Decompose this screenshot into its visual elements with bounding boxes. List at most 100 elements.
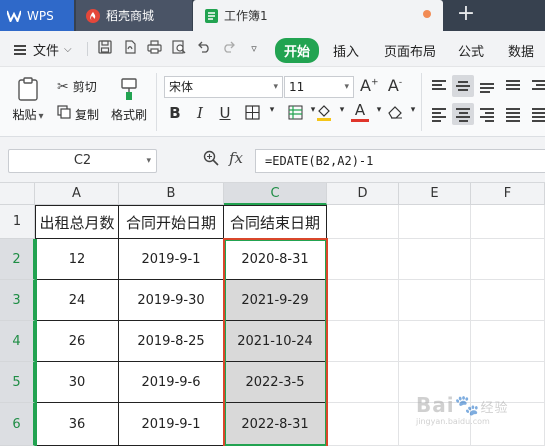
eraser-icon bbox=[387, 105, 403, 123]
align-middle-button[interactable] bbox=[452, 75, 474, 97]
grow-font-label: A bbox=[360, 76, 371, 95]
column-header-c[interactable]: C bbox=[224, 183, 327, 205]
tab-data[interactable]: 数据 bbox=[508, 41, 534, 60]
cell-d2[interactable] bbox=[327, 239, 399, 280]
cell-f3[interactable] bbox=[471, 280, 545, 321]
row-header-6[interactable]: 6 bbox=[0, 403, 35, 446]
cell-e3[interactable] bbox=[399, 280, 471, 321]
row-header-3[interactable]: 3 bbox=[0, 280, 35, 321]
align-left-button[interactable] bbox=[428, 103, 450, 125]
align-right-button[interactable] bbox=[476, 103, 498, 125]
cell-b6[interactable]: 2019-9-1 bbox=[119, 403, 224, 446]
cell-e4[interactable] bbox=[399, 321, 471, 362]
clear-format-dropdown-icon[interactable]: ▾ bbox=[404, 105, 422, 115]
borders-dropdown-icon[interactable]: ▾ bbox=[263, 105, 281, 115]
indent-button[interactable] bbox=[528, 75, 545, 97]
row-header-1[interactable]: 1 bbox=[0, 205, 35, 239]
fill-color-dropdown-icon[interactable]: ▾ bbox=[333, 105, 351, 115]
cell-c2[interactable]: 2020-8-31 bbox=[224, 239, 327, 280]
cell-d5[interactable] bbox=[327, 362, 399, 403]
select-all-corner[interactable] bbox=[0, 183, 35, 205]
cell-f1[interactable] bbox=[471, 205, 545, 239]
watermark-sub: jingyan.baidu.com bbox=[416, 417, 490, 426]
font-name-select[interactable]: 宋体 ▾ bbox=[164, 76, 283, 98]
align-bottom-button[interactable] bbox=[476, 75, 498, 97]
cell-c5[interactable]: 2022-3-5 bbox=[224, 362, 327, 403]
justify-button[interactable] bbox=[502, 103, 524, 125]
column-header-a[interactable]: A bbox=[35, 183, 119, 205]
cell-d1[interactable] bbox=[327, 205, 399, 239]
formula-input[interactable]: =EDATE(B2,A2)-1 bbox=[255, 149, 545, 173]
undo-icon[interactable] bbox=[195, 40, 213, 58]
font-size-select[interactable]: 11 ▾ bbox=[284, 76, 354, 98]
cell-b1[interactable]: 合同开始日期 bbox=[119, 205, 224, 239]
font-color-button[interactable]: A bbox=[351, 102, 369, 122]
cell-a1[interactable]: 出租总月数 bbox=[35, 205, 119, 239]
row-header-5[interactable]: 5 bbox=[0, 362, 35, 403]
cell-b3[interactable]: 2019-9-30 bbox=[119, 280, 224, 321]
chevron-down-icon: ⌵ bbox=[64, 44, 72, 55]
clear-format-button[interactable] bbox=[386, 105, 404, 123]
row-header-2[interactable]: 2 bbox=[0, 239, 35, 280]
tab-home[interactable]: 开始 bbox=[275, 38, 320, 63]
align-top-button[interactable] bbox=[428, 75, 450, 97]
cell-a4[interactable]: 26 bbox=[35, 321, 119, 362]
cut-button[interactable]: ✂ 剪切 bbox=[57, 78, 97, 95]
cell-b5[interactable]: 2019-9-6 bbox=[119, 362, 224, 403]
cell-d6[interactable] bbox=[327, 403, 399, 446]
row-header-4[interactable]: 4 bbox=[0, 321, 35, 362]
format-painter-button[interactable]: 格式刷 bbox=[108, 77, 150, 123]
italic-button[interactable]: I bbox=[191, 104, 209, 122]
new-tab-plus-icon[interactable]: + bbox=[455, 3, 477, 26]
print-preview-icon[interactable] bbox=[170, 40, 188, 58]
cell-c6[interactable]: 2022-8-31 bbox=[224, 403, 327, 446]
bold-button[interactable]: B bbox=[166, 104, 184, 122]
redo-icon[interactable] bbox=[220, 40, 238, 58]
tab-formulas[interactable]: 公式 bbox=[458, 41, 484, 60]
cell-c3[interactable]: 2021-9-29 bbox=[224, 280, 327, 321]
export-pdf-icon[interactable] bbox=[121, 40, 139, 58]
fill-color-button[interactable] bbox=[315, 104, 333, 125]
cell-b2[interactable]: 2019-9-1 bbox=[119, 239, 224, 280]
cell-a5[interactable]: 30 bbox=[35, 362, 119, 403]
name-box[interactable]: C2 ▾ bbox=[8, 149, 157, 173]
cell-e1[interactable] bbox=[399, 205, 471, 239]
cell-f4[interactable] bbox=[471, 321, 545, 362]
save-icon[interactable] bbox=[96, 40, 114, 58]
insert-function-button[interactable]: fx bbox=[229, 149, 243, 167]
underline-button[interactable]: U bbox=[216, 104, 234, 122]
tab-wps-home[interactable]: WPS bbox=[0, 0, 74, 31]
print-icon[interactable] bbox=[145, 40, 163, 58]
column-header-b[interactable]: B bbox=[119, 183, 224, 205]
tab-docer-store[interactable]: 稻壳商城 bbox=[76, 0, 192, 31]
column-header-d[interactable]: D bbox=[327, 183, 399, 205]
wrap-text-button[interactable] bbox=[502, 75, 524, 97]
paste-button[interactable]: 粘贴 ▾ bbox=[10, 77, 46, 123]
cell-c1[interactable]: 合同结束日期 bbox=[224, 205, 327, 239]
cell-a6[interactable]: 36 bbox=[35, 403, 119, 446]
column-header-e[interactable]: E bbox=[399, 183, 471, 205]
file-menu[interactable]: 文件 ⌵ bbox=[14, 40, 72, 59]
align-center-button[interactable] bbox=[452, 103, 474, 125]
cell-e2[interactable] bbox=[399, 239, 471, 280]
tab-workbook[interactable]: 工作簿1 bbox=[193, 0, 443, 31]
quick-access-more-icon[interactable]: ▿ bbox=[245, 40, 263, 58]
cell-d4[interactable] bbox=[327, 321, 399, 362]
cell-a3[interactable]: 24 bbox=[35, 280, 119, 321]
cell-b4[interactable]: 2019-8-25 bbox=[119, 321, 224, 362]
cell-c4[interactable]: 2021-10-24 bbox=[224, 321, 327, 362]
cell-a2[interactable]: 12 bbox=[35, 239, 119, 280]
copy-button[interactable]: 复制 bbox=[57, 105, 99, 123]
cell-f2[interactable] bbox=[471, 239, 545, 280]
distributed-align-button[interactable] bbox=[528, 103, 545, 125]
cell-d3[interactable] bbox=[327, 280, 399, 321]
grow-font-button[interactable]: A+ bbox=[360, 76, 379, 95]
zoom-search-icon[interactable] bbox=[203, 150, 219, 170]
fill-pattern-button[interactable] bbox=[286, 105, 304, 124]
shrink-font-button[interactable]: A- bbox=[386, 76, 404, 95]
ribbon-home: 粘贴 ▾ ✂ 剪切 复制 格式刷 宋体 ▾ 11 ▾ A+ A- B I U ▾ … bbox=[0, 67, 545, 137]
column-header-f[interactable]: F bbox=[471, 183, 545, 205]
tab-insert[interactable]: 插入 bbox=[333, 41, 359, 60]
borders-button[interactable] bbox=[243, 105, 261, 124]
tab-page-layout[interactable]: 页面布局 bbox=[384, 41, 436, 60]
